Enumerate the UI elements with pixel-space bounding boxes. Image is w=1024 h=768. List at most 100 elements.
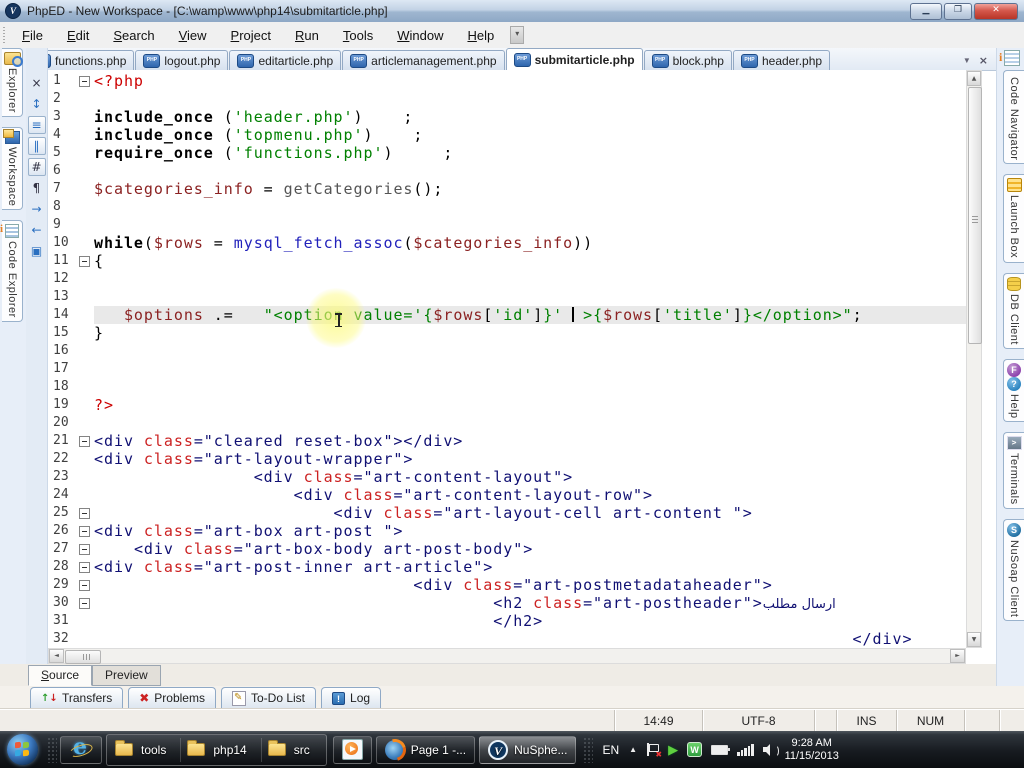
fold-marker-icon[interactable] [79, 436, 90, 447]
menu-run[interactable]: Run [283, 25, 331, 46]
preview-icon[interactable]: ▣ [28, 242, 46, 260]
nusphere-window-button[interactable]: V NuSphe... [479, 736, 576, 764]
file-tab-block-php[interactable]: block.php [644, 50, 732, 70]
code-line-text[interactable]: <div class="art-content-layout-row"> [94, 486, 966, 504]
word-wrap-icon[interactable]: ≡ [28, 116, 46, 134]
code-line-text[interactable]: <?php [94, 72, 966, 90]
code-line-text[interactable]: </div> [94, 630, 966, 648]
menu-window[interactable]: Window [385, 25, 455, 46]
internet-explorer-button[interactable] [60, 736, 102, 764]
special-chars-icon[interactable]: ¶ [28, 179, 46, 197]
code-line-text[interactable]: <div class="art-layout-wrapper"> [94, 450, 966, 468]
media-player-button[interactable] [333, 736, 372, 764]
file-tab-articlemanagement-php[interactable]: articlemanagement.php [342, 50, 504, 70]
code-navigator-icon[interactable] [1004, 50, 1020, 66]
toolbar-overflow-button[interactable]: ▾ [510, 26, 524, 44]
horizontal-scroll-thumb[interactable] [65, 650, 101, 664]
menu-edit[interactable]: Edit [55, 25, 101, 46]
side-tab-terminals[interactable]: >Terminals [1003, 432, 1024, 509]
vertical-scroll-thumb[interactable] [968, 87, 982, 344]
close-icon[interactable]: × [28, 74, 46, 92]
side-tab-db-client[interactable]: DB Client [1003, 273, 1024, 349]
code-editor[interactable]: 1<?php23include_once ('header.php') ;4in… [48, 70, 966, 648]
horizontal-scrollbar[interactable]: ◄ ► [48, 648, 966, 664]
code-line-text[interactable]: <div class="art-box-body art-post-body"> [94, 540, 966, 558]
code-line-text[interactable]: $options .= "<option value='{$rows['id']… [94, 306, 966, 324]
folder-window-src[interactable]: src [262, 738, 324, 762]
document-close-icon[interactable]: × [979, 55, 988, 66]
scroll-down-icon[interactable]: ▼ [967, 632, 981, 647]
code-line-text[interactable] [94, 288, 966, 306]
fold-marker-icon[interactable] [79, 580, 90, 591]
menu-view[interactable]: View [167, 25, 219, 46]
code-line-text[interactable] [94, 90, 966, 108]
code-line-text[interactable]: while($rows = mysql_fetch_assoc($categor… [94, 234, 966, 252]
code-line-text[interactable]: <div class="art-content-layout"> [94, 468, 966, 486]
code-line-text[interactable] [94, 198, 966, 216]
code-line-text[interactable]: <h2 class="art-postheader">ارسال مطلب [94, 594, 966, 612]
split-icon[interactable]: ↕ [28, 95, 46, 113]
code-line-text[interactable]: <div class="art-post-inner art-article"> [94, 558, 966, 576]
folder-window-tools[interactable]: tools [109, 738, 181, 762]
code-line-text[interactable] [94, 360, 966, 378]
fold-marker-icon[interactable] [79, 256, 90, 267]
code-line-text[interactable]: <div class="cleared reset-box"></div> [94, 432, 966, 450]
file-tab-submitarticle-php[interactable]: submitarticle.php [506, 48, 643, 70]
code-line-text[interactable]: include_once ('topmenu.php') ; [94, 126, 966, 144]
code-line-text[interactable]: $categories_info = getCategories(); [94, 180, 966, 198]
scroll-left-icon[interactable]: ◄ [49, 649, 64, 663]
menu-help[interactable]: Help [455, 25, 506, 46]
battery-icon[interactable] [711, 745, 728, 755]
sidebar-tab-code-explorer[interactable]: Code Explorer [2, 220, 23, 322]
folder-window-php14[interactable]: php14 [181, 738, 261, 762]
panel-tab-to-do-list[interactable]: To-Do List [221, 687, 316, 708]
menu-search[interactable]: Search [101, 25, 166, 46]
close-button[interactable]: ✕ [974, 3, 1018, 20]
panel-tab-log[interactable]: !Log [321, 687, 381, 708]
file-tab-logout-php[interactable]: logout.php [135, 50, 228, 70]
panel-tab-problems[interactable]: ✖Problems [128, 687, 216, 708]
menu-file[interactable]: File [10, 25, 55, 46]
code-line-text[interactable] [94, 216, 966, 234]
code-line-text[interactable] [94, 270, 966, 288]
code-line-text[interactable]: <div class="art-box art-post "> [94, 522, 966, 540]
code-line-text[interactable] [94, 342, 966, 360]
fold-marker-icon[interactable] [79, 526, 90, 537]
code-line-text[interactable]: } [94, 324, 966, 342]
toolbar-grip[interactable] [3, 27, 5, 43]
code-line-text[interactable]: require_once ('functions.php') ; [94, 144, 966, 162]
code-line-text[interactable]: <div class="art-layout-cell art-content … [94, 504, 966, 522]
view-tab-preview[interactable]: Preview [92, 665, 161, 686]
file-tab-header-php[interactable]: header.php [733, 50, 830, 70]
taskbar-grip[interactable] [47, 737, 57, 763]
code-line-text[interactable]: <div class="art-postmetadataheader"> [94, 576, 966, 594]
vertical-scrollbar[interactable]: ▲ ▼ [966, 70, 982, 648]
code-line-text[interactable]: ?> [94, 396, 966, 414]
show-hidden-icons-button[interactable]: ▲ [629, 745, 637, 754]
maximize-button[interactable]: ❐ [944, 3, 972, 20]
play-tray-icon[interactable]: ▶ [668, 743, 678, 756]
code-line-text[interactable] [94, 378, 966, 396]
code-line-text[interactable] [94, 414, 966, 432]
sidebar-tab-explorer[interactable]: Explorer [2, 48, 23, 117]
menu-project[interactable]: Project [219, 25, 283, 46]
taskbar-clock[interactable]: 9:28 AM 11/15/2013 [785, 737, 839, 763]
line-numbers-icon[interactable]: # [28, 158, 46, 176]
volume-icon[interactable] [763, 744, 779, 756]
fold-marker-icon[interactable] [79, 544, 90, 555]
start-button[interactable] [7, 734, 38, 765]
indent-icon[interactable]: → [28, 200, 46, 218]
scroll-right-icon[interactable]: ► [950, 649, 965, 663]
column-mode-icon[interactable]: ∥ [28, 137, 46, 155]
code-line-text[interactable] [94, 162, 966, 180]
network-signal-icon[interactable] [737, 744, 754, 756]
taskbar-grip[interactable] [583, 737, 593, 763]
firefox-window-button[interactable]: Page 1 -... [376, 736, 475, 764]
action-center-icon[interactable]: ✖ [647, 743, 659, 757]
side-tab-launch-box[interactable]: Launch Box [1003, 174, 1024, 262]
side-tab-help[interactable]: F?Help [1003, 359, 1024, 423]
code-line-text[interactable]: { [94, 252, 966, 270]
view-tab-source[interactable]: Source [28, 665, 92, 686]
code-line-text[interactable]: </h2> [94, 612, 966, 630]
file-tab-editarticle-php[interactable]: editarticle.php [229, 50, 341, 70]
